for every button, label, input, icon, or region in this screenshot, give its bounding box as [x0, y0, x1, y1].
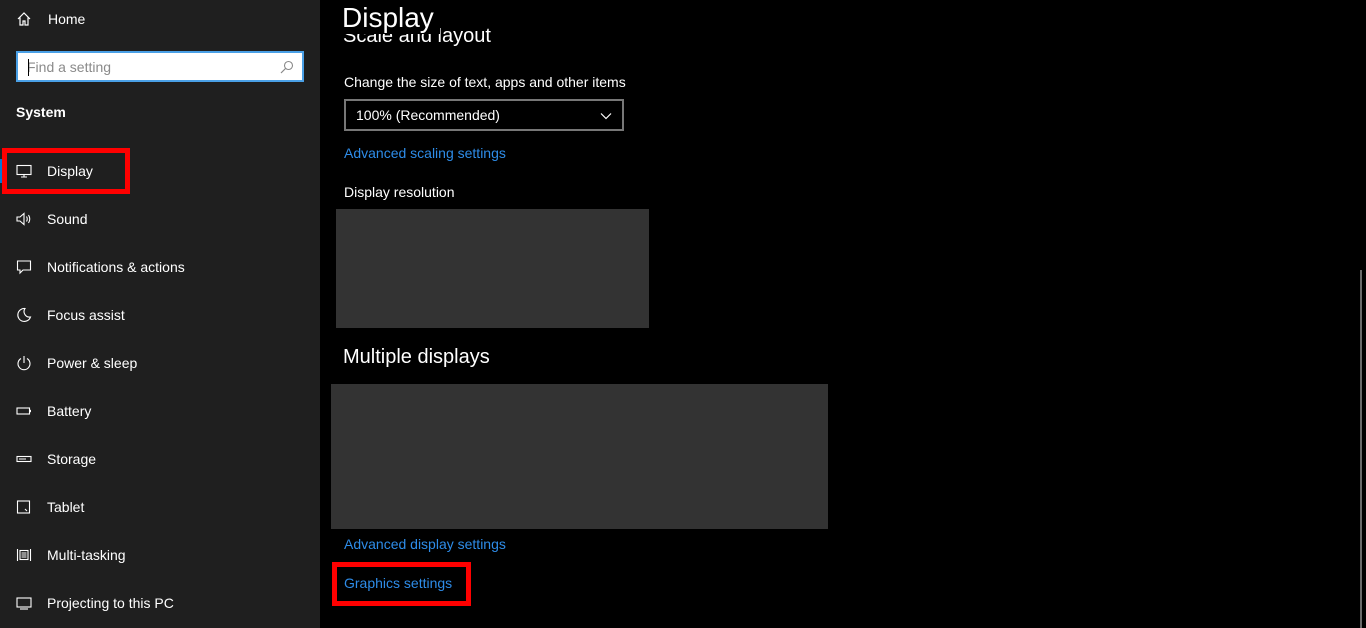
chevron-down-icon: [600, 109, 612, 121]
notification-icon: [16, 259, 32, 275]
storage-icon: [16, 451, 32, 467]
sidebar-item-notifications[interactable]: Notifications & actions: [0, 243, 320, 291]
sidebar-item-label: Storage: [47, 451, 97, 467]
sidebar-item-battery[interactable]: Battery: [0, 387, 320, 435]
scale-dropdown-value: 100% (Recommended): [356, 107, 500, 123]
sidebar-item-focus-assist[interactable]: Focus assist: [0, 291, 320, 339]
sidebar-item-label: Focus assist: [47, 307, 125, 323]
sidebar-item-label: Multi-tasking: [47, 547, 126, 563]
multiple-displays-placeholder: [331, 384, 828, 529]
sidebar-item-power-sleep[interactable]: Power & sleep: [0, 339, 320, 387]
tablet-icon: [16, 499, 32, 515]
main-content: Scale and layout Display Change the size…: [320, 0, 1366, 628]
advanced-scaling-link[interactable]: Advanced scaling settings: [344, 145, 506, 161]
home-label: Home: [48, 11, 86, 27]
section-title: System: [16, 104, 66, 120]
monitor-icon: [16, 163, 32, 179]
resolution-dropdown-placeholder: [336, 209, 649, 328]
sidebar-nav: Display Sound Notifications & actions Fo…: [0, 147, 320, 627]
sidebar-item-label: Sound: [47, 211, 88, 227]
home-nav-item[interactable]: Home: [16, 8, 85, 30]
search-box[interactable]: [16, 51, 304, 82]
sidebar-item-label: Projecting to this PC: [47, 595, 174, 611]
sidebar-item-tablet[interactable]: Tablet: [0, 483, 320, 531]
moon-icon: [16, 307, 32, 323]
scale-label: Change the size of text, apps and other …: [344, 74, 626, 90]
power-icon: [16, 355, 32, 371]
scrollbar[interactable]: [1360, 270, 1362, 628]
sidebar-item-label: Tablet: [47, 499, 85, 515]
search-input[interactable]: [18, 53, 280, 80]
sidebar: Home System Display Sound Notificatio: [0, 0, 320, 628]
sidebar-item-projecting[interactable]: Projecting to this PC: [0, 579, 320, 627]
sidebar-item-storage[interactable]: Storage: [0, 435, 320, 483]
speaker-icon: [16, 211, 32, 227]
page-title: Display: [342, 2, 440, 34]
home-icon: [16, 11, 32, 27]
projecting-icon: [16, 595, 32, 611]
sidebar-item-label: Display: [47, 163, 93, 179]
advanced-display-link[interactable]: Advanced display settings: [344, 536, 506, 552]
search-icon[interactable]: [280, 60, 294, 74]
scale-dropdown[interactable]: 100% (Recommended): [344, 99, 624, 131]
sidebar-item-sound[interactable]: Sound: [0, 195, 320, 243]
text-caret: [28, 59, 29, 76]
multitasking-icon: [16, 547, 32, 563]
sidebar-item-label: Battery: [47, 403, 92, 419]
resolution-label: Display resolution: [344, 184, 455, 200]
sidebar-item-multitasking[interactable]: Multi-tasking: [0, 531, 320, 579]
graphics-settings-link[interactable]: Graphics settings: [344, 575, 452, 591]
battery-icon: [16, 403, 32, 419]
sidebar-item-label: Power & sleep: [47, 355, 138, 371]
sidebar-item-display[interactable]: Display: [0, 147, 320, 195]
multiple-displays-heading: Multiple displays: [343, 346, 490, 368]
sidebar-item-label: Notifications & actions: [47, 259, 185, 275]
selection-indicator: [0, 159, 4, 183]
